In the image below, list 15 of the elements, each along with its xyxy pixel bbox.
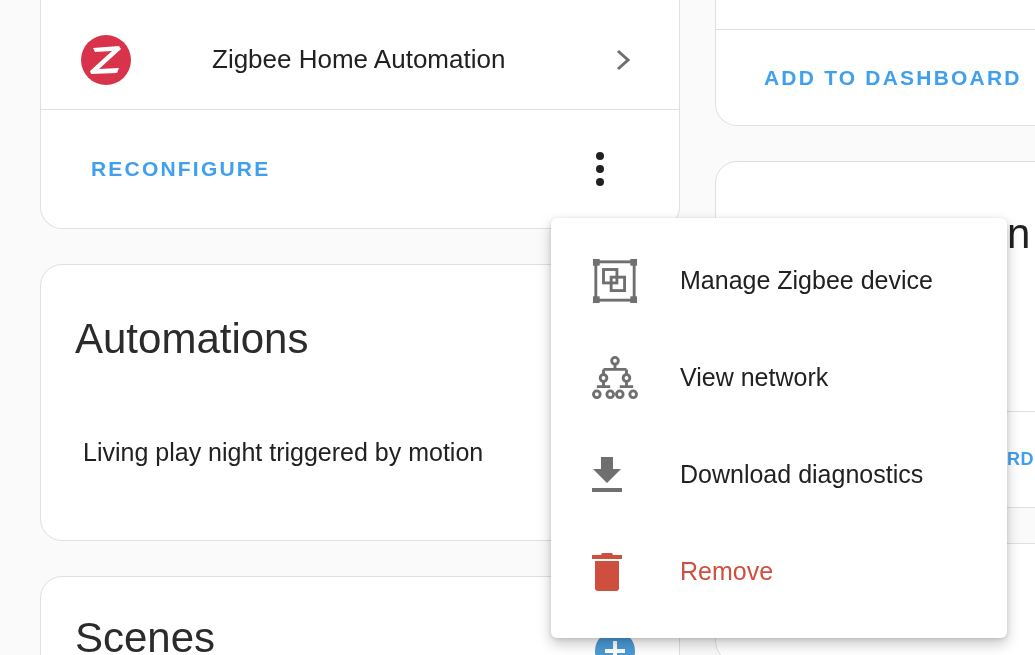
device-frame-icon bbox=[592, 257, 638, 304]
card-title: n bbox=[1006, 210, 1032, 258]
menu-item[interactable]: Manage Zigbee device bbox=[551, 232, 1007, 329]
trash-icon bbox=[592, 552, 622, 591]
card-title: Automations bbox=[75, 315, 310, 363]
menu-item[interactable]: Download diagnostics bbox=[551, 426, 1007, 523]
menu-item[interactable]: Remove bbox=[551, 523, 1007, 620]
network-tree-icon bbox=[592, 355, 638, 400]
download-icon bbox=[592, 456, 622, 493]
integration-name[interactable]: Zigbee Home Automation bbox=[212, 44, 615, 75]
chevron-right-icon[interactable] bbox=[615, 47, 631, 72]
menu-item[interactable]: View network bbox=[551, 329, 1007, 426]
zigbee-logo-icon bbox=[81, 34, 131, 85]
more-options-icon[interactable] bbox=[595, 151, 605, 187]
card-title: Scenes bbox=[75, 615, 216, 655]
